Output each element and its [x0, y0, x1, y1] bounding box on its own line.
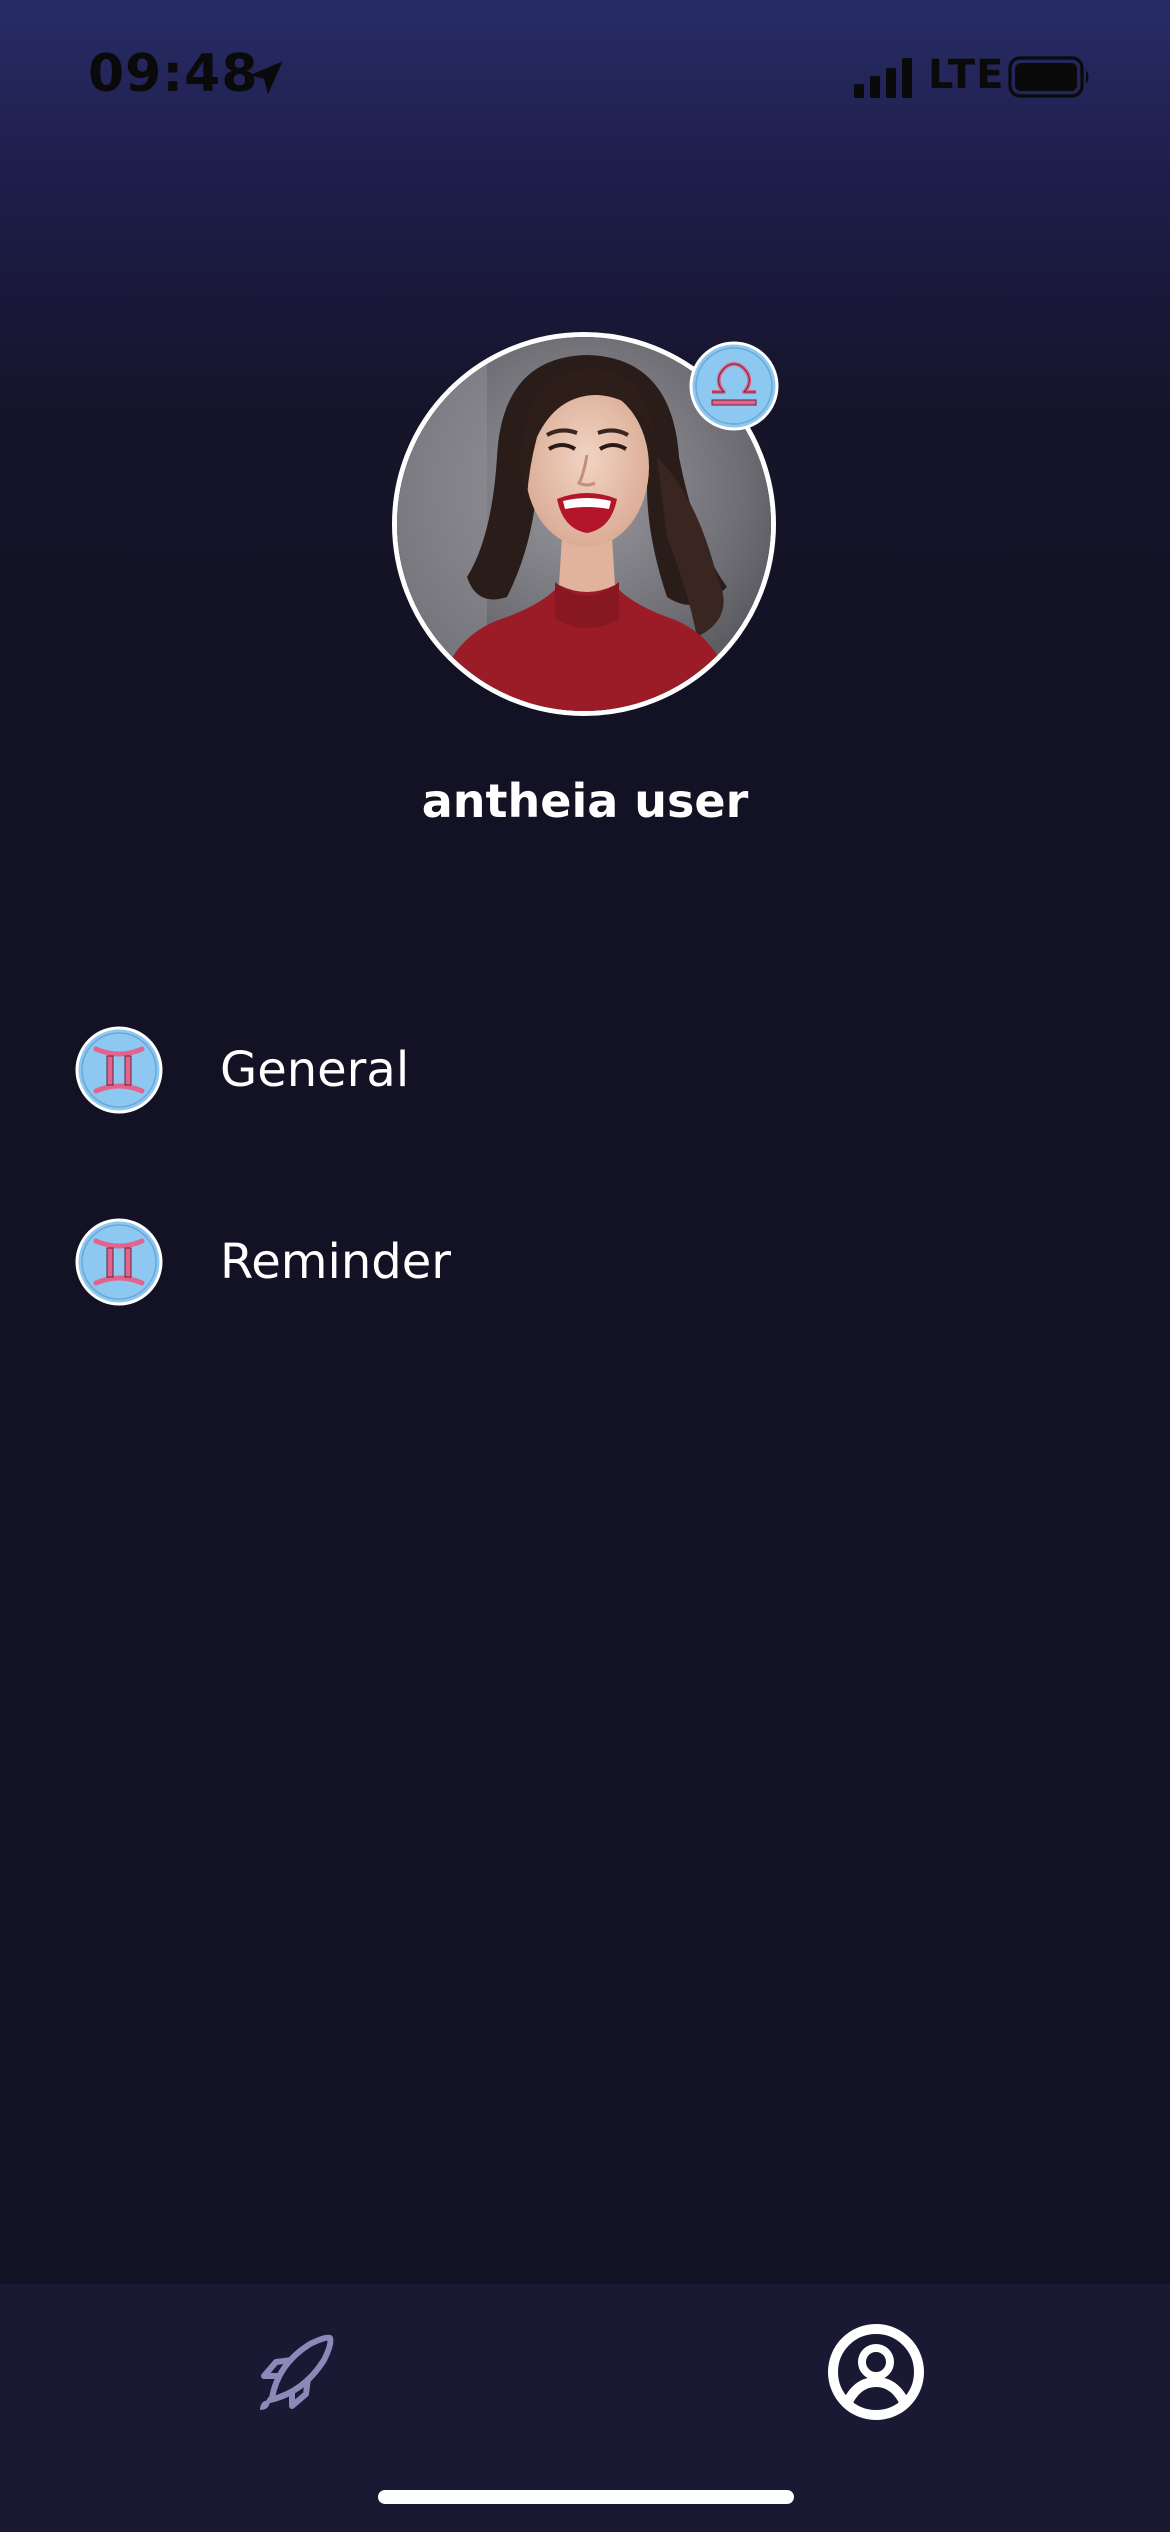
status-time: 09:48 [88, 44, 259, 104]
profile-screen: 09:48 LTE antheia user General Reminder [0, 0, 1170, 2532]
gemini-icon [75, 1218, 163, 1306]
cellular-signal-icon [854, 58, 912, 98]
profile-icon[interactable] [816, 2314, 936, 2434]
menu-item-label: Reminder [220, 1234, 451, 1290]
home-indicator[interactable] [378, 2490, 794, 2504]
menu-item-reminder[interactable]: Reminder [74, 1214, 1094, 1310]
menu-item-label: General [220, 1042, 410, 1098]
battery-icon [1008, 56, 1089, 98]
network-type-label: LTE [928, 52, 1005, 98]
rocket-icon[interactable] [234, 2314, 354, 2434]
menu-item-general[interactable]: General [74, 1022, 1094, 1118]
status-bar: 09:48 LTE [0, 0, 1170, 150]
profile-username: antheia user [421, 774, 749, 828]
gemini-icon [75, 1026, 163, 1114]
location-arrow-icon [249, 61, 283, 95]
profile-avatar-container[interactable] [392, 332, 779, 716]
libra-icon [689, 341, 779, 431]
